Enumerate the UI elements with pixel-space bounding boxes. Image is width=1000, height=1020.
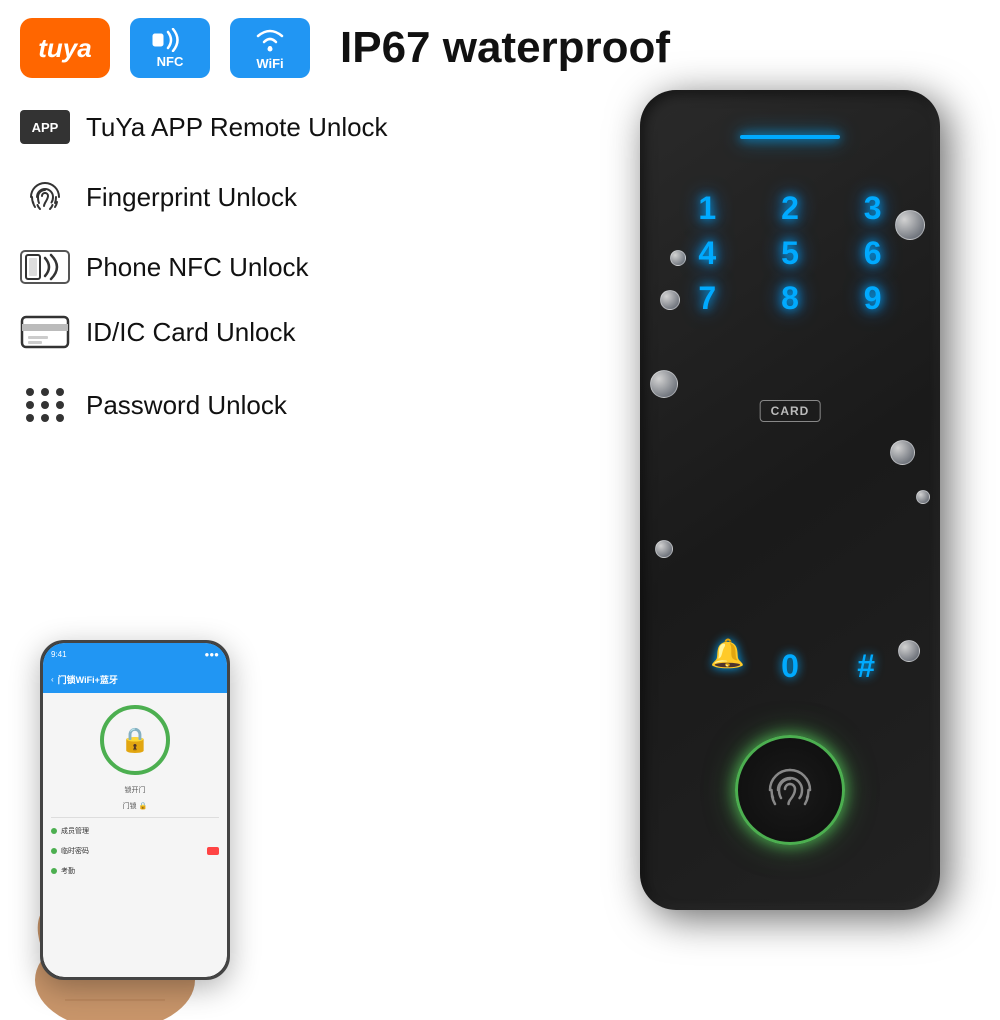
- key-7[interactable]: 7: [670, 280, 745, 317]
- wifi-icon: [252, 26, 288, 54]
- back-icon: ‹: [51, 675, 54, 684]
- list-dot-2: [51, 848, 57, 854]
- water-drop-3: [890, 440, 915, 465]
- feature-nfc-text: Phone NFC Unlock: [86, 252, 309, 283]
- feature-fingerprint: Fingerprint Unlock: [20, 172, 450, 222]
- feature-card: ID/IC Card Unlock: [20, 312, 450, 352]
- key-9[interactable]: 9: [835, 280, 910, 317]
- phone-list-item-1: 成员管理: [51, 824, 219, 838]
- card-icon: [20, 312, 70, 352]
- keypad: 1 2 3 4 5 6 7 8 9: [640, 170, 940, 337]
- menu-item-1: 成员管理: [61, 826, 89, 836]
- nfc-badge: NFC: [130, 18, 210, 78]
- phone-statusbar: 9:41 ●●●: [43, 643, 227, 665]
- water-drop-5: [898, 640, 920, 662]
- feature-password-text: Password Unlock: [86, 390, 287, 421]
- feature-fingerprint-text: Fingerprint Unlock: [86, 182, 297, 213]
- key-hash[interactable]: #: [857, 648, 875, 685]
- fingerprint-button[interactable]: [735, 735, 845, 845]
- device-section: 1 2 3 4 5 6 7 8 9 CARD 🔔 0 #: [640, 90, 970, 950]
- divider: [51, 817, 219, 818]
- key-1[interactable]: 1: [670, 190, 745, 227]
- list-dot-3: [51, 868, 57, 874]
- feature-nfc: Phone NFC Unlock: [20, 250, 450, 284]
- key-4[interactable]: 4: [670, 235, 745, 272]
- door-label: 门锁 🔒: [123, 801, 148, 811]
- card-label: CARD: [760, 400, 821, 422]
- feature-app-remote: APP TuYa APP Remote Unlock: [20, 110, 450, 144]
- wifi-badge: WiFi: [230, 18, 310, 78]
- lock-status-label: 锁开门: [125, 785, 146, 795]
- fingerprint-sensor-icon: [760, 760, 820, 820]
- notification-badge: [207, 847, 219, 855]
- phone-list-item-2: 临时密码: [51, 844, 219, 858]
- key-3[interactable]: 3: [835, 190, 910, 227]
- phone-app-content: 🔒 锁开门 门锁 🔒 成员管理 临时密码: [43, 693, 227, 977]
- header: tuya NFC WiFi IP67 waterproof: [0, 0, 1000, 88]
- ip67-title: IP67 waterproof: [340, 23, 670, 73]
- phone-mockup: 9:41 ●●● ‹ 门锁WiFi+蓝牙 🔒 锁开门 门锁 🔒: [40, 640, 230, 980]
- key-2[interactable]: 2: [753, 190, 828, 227]
- menu-item-2: 临时密码: [61, 846, 89, 856]
- phone-header-title: 门锁WiFi+蓝牙: [58, 673, 118, 686]
- bell-icon: 🔔: [710, 637, 745, 670]
- phone-signal: ●●●: [205, 650, 220, 659]
- key-8[interactable]: 8: [753, 280, 828, 317]
- tuya-logo: tuya: [20, 18, 110, 78]
- phone-section: 9:41 ●●● ‹ 门锁WiFi+蓝牙 🔒 锁开门 门锁 🔒: [20, 640, 250, 980]
- nfc-waves-icon: [152, 28, 188, 52]
- phone-list-item-3: 考勤: [51, 864, 219, 878]
- phone-time: 9:41: [51, 650, 67, 659]
- water-drop-8: [916, 490, 930, 504]
- feature-password: Password Unlock: [20, 380, 450, 430]
- nfc-small-icon: [20, 250, 70, 284]
- fingerprint-icon: [20, 172, 70, 222]
- feature-card-text: ID/IC Card Unlock: [86, 317, 296, 348]
- list-dot: [51, 828, 57, 834]
- lock-circle: 🔒: [100, 705, 170, 775]
- phone-screen: 9:41 ●●● ‹ 门锁WiFi+蓝牙 🔒 锁开门 门锁 🔒: [43, 643, 227, 977]
- water-drop-4: [655, 540, 673, 558]
- menu-item-3: 考勤: [61, 866, 75, 876]
- key-6[interactable]: 6: [835, 235, 910, 272]
- phone-app-header: ‹ 门锁WiFi+蓝牙: [43, 665, 227, 693]
- key-5[interactable]: 5: [753, 235, 828, 272]
- password-dots-icon: [20, 380, 70, 430]
- led-strip: [740, 135, 840, 139]
- device-body: 1 2 3 4 5 6 7 8 9 CARD 🔔 0 #: [640, 90, 940, 910]
- nfc-phone-icon: [23, 250, 67, 284]
- features-section: APP TuYa APP Remote Unlock Fingerprint U…: [20, 110, 450, 458]
- feature-app-text: TuYa APP Remote Unlock: [86, 112, 388, 143]
- key-0[interactable]: 0: [781, 648, 799, 685]
- water-drop-7: [650, 370, 678, 398]
- app-icon: APP: [20, 110, 70, 144]
